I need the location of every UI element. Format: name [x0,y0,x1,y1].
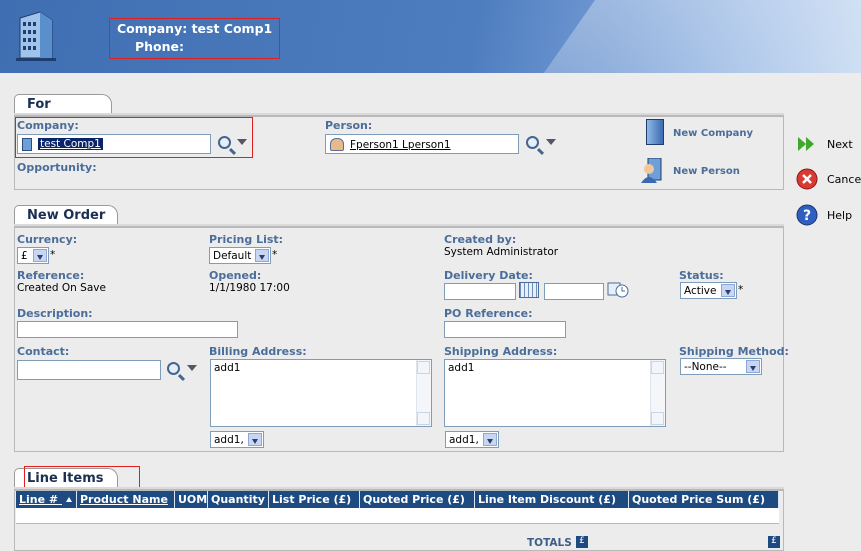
column-quantity: Quantity [208,491,269,508]
contact-label: Contact: [17,345,70,358]
billing-address-textarea[interactable]: add1 [210,359,432,427]
help-button[interactable]: ? Help [796,203,861,227]
delivery-date-label: Delivery Date: [444,269,533,282]
po-reference-input[interactable] [444,321,566,338]
cancel-icon [796,168,818,190]
pricing-list-value: Default [213,250,252,262]
column-line-number[interactable]: Line # [16,491,77,508]
sort-ascending-icon [65,497,72,502]
clock-icon[interactable] [607,282,629,298]
column-line-item-discount: Line Item Discount (£) [475,491,629,508]
pricing-list-label: Pricing List: [209,233,284,246]
building-icon [14,8,58,62]
header-banner: Company: test Comp1 Phone: [0,0,861,73]
currency-required-mark: * [50,249,56,261]
shipping-address-label: Shipping Address: [444,345,558,358]
calendar-icon[interactable] [519,282,539,298]
column-product-name[interactable]: Product Name [77,491,175,508]
next-label: Next [827,138,853,151]
column-list-price: List Price (£) [269,491,360,508]
contact-dropdown-icon[interactable] [187,365,197,371]
cancel-button[interactable]: Cancel [796,167,861,191]
sum-currency-badge: £ [768,536,780,548]
person-field[interactable]: Fperson1 Lperson1 [325,134,519,154]
cancel-label: Cancel [827,173,861,186]
pricing-required-mark: * [272,249,278,261]
shipping-method-dropdown-icon [746,360,760,373]
person-search-icon[interactable] [526,136,539,149]
status-dropdown-icon [721,284,735,297]
currency-value: £ [21,250,28,262]
shipping-address-select[interactable]: add1, [445,431,499,448]
status-value: Active [684,285,717,297]
created-by-label: Created by: [444,233,517,246]
shipping-method-select[interactable]: --None-- [680,358,762,375]
opportunity-label: Opportunity: [17,161,97,174]
column-uom: UOM [175,491,208,508]
billing-address-label: Billing Address: [209,345,307,358]
column-quoted-price: Quoted Price (£) [360,491,475,508]
totals-currency-badge: £ [576,536,588,548]
status-select[interactable]: Active [680,282,737,299]
billing-address-value: add1 [214,362,241,374]
currency-label: Currency: [17,233,78,246]
billing-select-dropdown-icon [248,433,262,446]
person-dropdown-icon[interactable] [546,139,556,145]
delivery-time-input[interactable] [544,283,604,300]
company-highlight-box [15,117,253,158]
shipping-select-dropdown-icon [483,433,497,446]
column-quoted-price-sum: Quoted Price Sum (£) [629,491,779,508]
shipping-scroll-down-icon[interactable] [651,412,664,425]
po-reference-label: PO Reference: [444,307,533,320]
status-required-mark: * [738,284,744,296]
reference-value: Created On Save [17,282,106,294]
contact-input[interactable] [17,360,161,380]
status-label: Status: [679,269,724,282]
currency-dropdown-icon [33,249,47,262]
contact-search-icon[interactable] [167,362,180,375]
pricing-list-select[interactable]: Default [209,247,271,264]
reference-label: Reference: [17,269,85,282]
billing-scroll-down-icon[interactable] [417,412,430,425]
opened-value: 1/1/1980 17:00 [209,282,290,294]
shipping-method-label: Shipping Method: [679,345,789,358]
header-highlight-box [109,18,280,59]
shipping-method-value: --None-- [684,361,727,373]
new-company-link[interactable]: New Company [673,128,753,139]
next-icon [798,137,814,151]
opened-label: Opened: [209,269,262,282]
created-by-value: System Administrator [444,246,559,258]
billing-select-value: add1, [214,434,244,446]
tab-new-order: New Order [14,205,118,225]
delivery-date-input[interactable] [444,283,516,300]
tab-for: For [14,94,112,114]
help-label: Help [827,209,853,222]
column-line-number-label: Line # [19,493,59,506]
person-field-value: Fperson1 Lperson1 [350,139,451,151]
description-label: Description: [17,307,93,320]
billing-scroll-up-icon[interactable] [417,361,430,374]
line-items-table: Line # Product Name UOM Quantity List Pr… [16,491,781,526]
pricing-list-dropdown-icon [255,249,269,262]
shipping-address-value: add1 [448,362,475,374]
shipping-address-textarea[interactable]: add1 [444,359,666,427]
new-person-link[interactable]: New Person [673,166,740,177]
shipping-select-value: add1, [449,434,479,446]
new-company-icon[interactable] [646,119,664,145]
svg-text:?: ? [803,208,811,224]
next-button[interactable]: Next [796,135,861,155]
description-input[interactable] [17,321,238,338]
shipping-scroll-up-icon[interactable] [651,361,664,374]
totals-label: TOTALS [527,537,572,549]
currency-select[interactable]: £ [17,247,49,264]
new-person-icon[interactable] [640,157,668,184]
table-empty-row [16,508,779,524]
billing-address-select[interactable]: add1, [210,431,264,448]
person-field-icon [330,138,344,151]
help-icon: ? [796,204,818,226]
person-label: Person: [325,119,373,132]
